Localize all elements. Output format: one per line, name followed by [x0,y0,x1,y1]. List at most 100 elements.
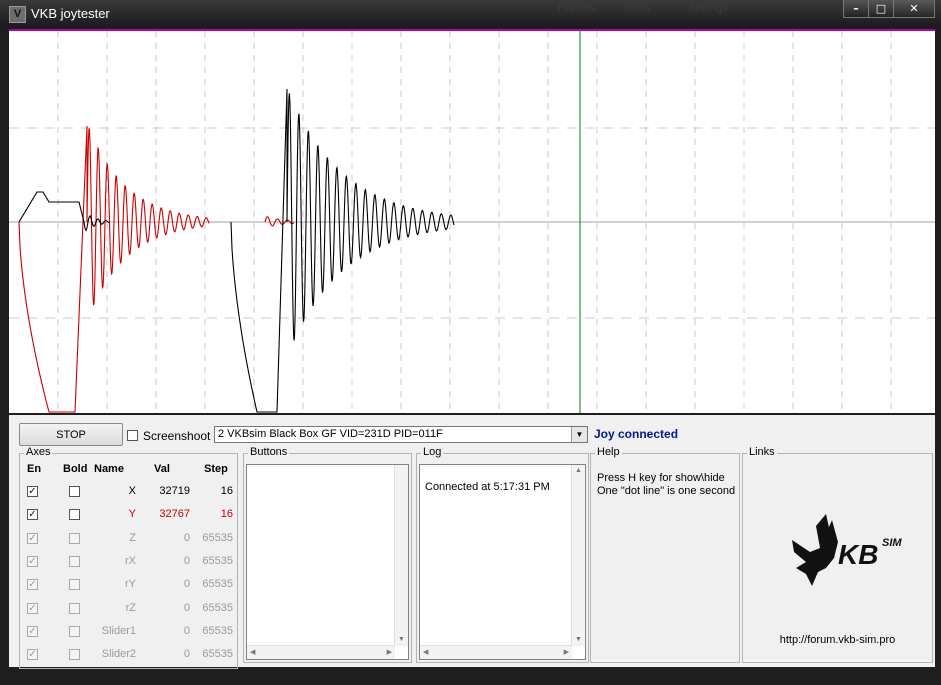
col-header-name: Name [94,463,124,475]
axis-bold-checkbox[interactable] [69,532,80,544]
axis-enable-checkbox[interactable]: ✓ [27,555,38,567]
axis-name: rY [125,578,136,591]
axis-value: 0 [183,578,190,591]
axis-plot [9,29,935,413]
chevron-down-icon[interactable]: ▼ [571,427,587,442]
y-axis-trace [18,125,210,413]
axis-bold-checkbox[interactable] [69,625,80,637]
axis-name: Slider1 [101,624,136,637]
axis-step: 65535 [202,601,233,614]
device-select[interactable]: 2 VKBsim Black Box GF VID=231D PID=011F … [214,426,588,443]
axis-value: 32719 [159,485,190,497]
log-vertical-scrollbar[interactable]: ▲ ▼ [571,465,585,646]
buttons-group: Buttons ▼ ◀ ▶ [243,446,412,663]
maximize-icon[interactable]: □ [868,0,894,18]
screenshoot-label: Screenshoot [143,429,211,443]
col-header-val: Val [154,463,170,475]
buttons-group-title: Buttons [248,446,290,458]
background-menu-profiles: Profiles [558,2,595,14]
stop-button[interactable]: STOP [19,423,123,446]
axis-value: 0 [183,554,190,567]
close-icon[interactable]: ✕ [893,0,935,18]
axis-value: 0 [183,624,190,637]
app-icon: V [9,6,26,23]
buttons-list[interactable]: ▼ ◀ ▶ [246,464,409,660]
screenshoot-checkbox[interactable] [127,430,138,441]
axis-bold-checkbox[interactable] [69,509,80,521]
axis-enable-checkbox[interactable]: ✓ [27,602,38,614]
axis-enable-checkbox[interactable]: ✓ [27,486,38,497]
axis-bold-checkbox[interactable] [69,649,80,661]
vkb-logo[interactable]: KB SIM [790,512,920,592]
axis-step: 16 [220,485,233,497]
col-header-step: Step [204,463,228,475]
log-horizontal-scrollbar[interactable]: ◀ ▶ [420,645,572,659]
axis-bold-checkbox[interactable] [69,579,80,591]
axis-row-rz: ✓ rZ 0 65535 [20,599,237,619]
log-line: Connected at 5:17:31 PM [425,481,550,493]
help-group-title: Help [595,446,622,458]
axis-step: 65535 [202,554,233,567]
axis-name: Y [128,508,136,521]
axes-group: Axes En Bold Name Val Step ✓ X 32719 16 ✓ Y 32… [19,446,238,669]
axis-name: Z [129,531,136,544]
axis-enable-checkbox[interactable]: ✓ [27,532,38,544]
axis-bold-checkbox[interactable] [69,555,80,567]
trace-canvas [9,31,935,413]
axis-step: 65535 [202,578,233,591]
axis-step: 65535 [202,648,233,661]
axis-row-rx: ✓ rX 0 65535 [20,552,237,572]
axis-name: rZ [125,601,136,614]
axis-enable-checkbox[interactable]: ✓ [27,579,38,591]
axis-enable-checkbox[interactable]: ✓ [27,625,38,637]
scroll-up-icon[interactable]: ▲ [575,467,582,474]
background-menu-settings: Settings [688,2,728,14]
axis-enable-checkbox[interactable]: ✓ [27,509,38,521]
minimize-icon[interactable]: – [843,0,869,18]
scroll-right-icon[interactable]: ▶ [564,648,569,656]
log-list[interactable]: Connected at 5:17:31 PM ▲ ▼ ◀ ▶ [419,464,586,660]
axis-step: 65535 [202,531,233,544]
axis-name: rX [125,554,136,567]
axis-bold-checkbox[interactable] [69,602,80,614]
axis-row-y: ✓ Y 32767 16 [20,505,237,525]
scroll-right-icon[interactable]: ▶ [387,648,392,656]
axis-row-slider2: ✓ Slider2 0 65535 [20,645,237,665]
axis-name: Slider2 [101,648,136,661]
axis-row-ry: ✓ rY 0 65535 [20,575,237,595]
axis-enable-checkbox[interactable]: ✓ [27,649,38,661]
forum-link[interactable]: http://forum.vkb-sim.pro [743,634,932,646]
axis-step: 16 [220,508,233,521]
help-line-1: Press H key for show\hide [597,472,725,484]
axis-name: X [128,485,136,497]
axis-value: 32767 [159,508,190,521]
connection-status: Joy connected [594,427,679,441]
scroll-down-icon[interactable]: ▼ [575,636,582,643]
scroll-left-icon[interactable]: ◀ [423,648,428,656]
axis-step: 65535 [202,624,233,637]
x-axis-trace [18,191,110,232]
axis-value: 0 [183,531,190,544]
y-axis-trace-second [264,216,295,227]
links-group-title: Links [747,446,777,458]
vkb-bird-icon: KB SIM [792,514,902,586]
device-select-value: 2 VKBsim Black Box GF VID=231D PID=011F [218,428,443,440]
axis-row-z: ✓ Z 0 65535 [20,529,237,549]
col-header-bold: Bold [63,463,88,475]
help-group: Help Press H key for show\hide One "dot … [590,446,740,663]
axes-group-title: Axes [24,446,53,458]
buttons-vertical-scrollbar[interactable]: ▼ [394,465,408,646]
scroll-left-icon[interactable]: ◀ [250,648,255,656]
help-line-2: One "dot line" is one second [597,485,736,497]
log-group: Log Connected at 5:17:31 PM ▲ ▼ ◀ ▶ [416,446,589,663]
col-header-en: En [27,463,42,475]
scroll-down-icon[interactable]: ▼ [398,636,405,643]
window-controls: – □ ✕ [843,0,935,18]
log-group-title: Log [421,446,444,458]
title-bar[interactable]: V VKB joytester Profiles Tools Settings … [0,0,941,28]
buttons-horizontal-scrollbar[interactable]: ◀ ▶ [247,645,395,659]
window-title: VKB joytester [31,6,110,21]
axis-row-x: ✓ X 32719 16 [20,482,237,502]
axis-row-slider1: ✓ Slider1 0 65535 [20,622,237,642]
axis-bold-checkbox[interactable] [69,486,80,497]
